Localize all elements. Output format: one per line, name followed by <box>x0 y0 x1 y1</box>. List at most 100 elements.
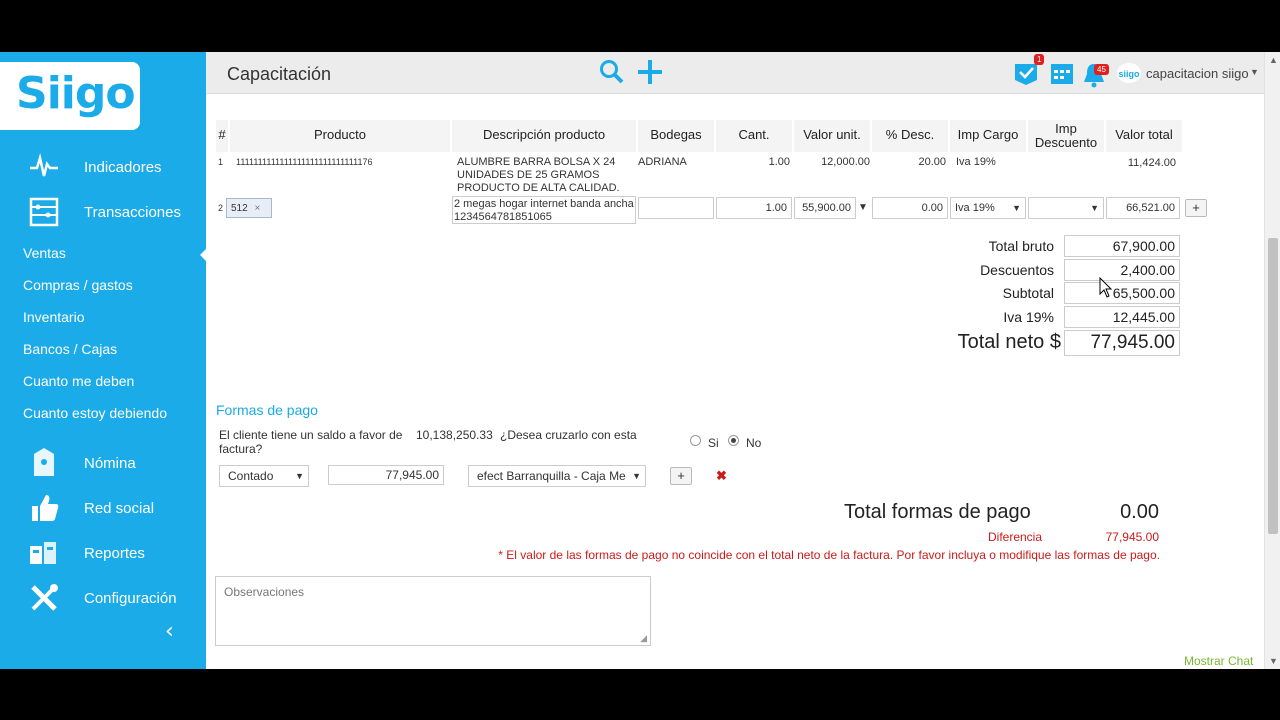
logo-text: Siigo <box>16 68 136 119</box>
row1-imp-cargo: Iva 19% <box>956 156 996 168</box>
total-payments-value: 0.00 <box>1120 501 1159 523</box>
row2-description: 2 megas hogar internet banda ancha 12345… <box>454 198 634 223</box>
top-header: Capacitación 1 45 siigo capacitacion sii… <box>206 52 1264 94</box>
descuentos-label: Descuentos <box>980 262 1054 278</box>
sidebar-subitem-inventario[interactable]: Inventario <box>23 309 84 325</box>
row1-qty: 1.00 <box>768 156 790 168</box>
tasks-badge: 1 <box>1034 54 1045 65</box>
row1-product: 1111111111111111111111111111176 <box>236 157 373 167</box>
sidebar-item-nomina[interactable]: Nómina <box>0 446 206 482</box>
payments-title: Formas de pago <box>216 402 318 418</box>
total-payments-label: Total formas de pago <box>844 501 1031 523</box>
col-header-num: # <box>216 120 228 152</box>
payment-method-select[interactable]: Contado ▼ <box>219 465 309 487</box>
row2-discount: 0.00 <box>921 202 943 214</box>
radio-no-label: No <box>746 436 762 450</box>
radio-no[interactable] <box>728 435 739 446</box>
row2-imp-descuento-select[interactable]: ▼ <box>1028 197 1104 219</box>
document-icon <box>34 448 54 476</box>
sidebar-item-indicadores[interactable]: Indicadores <box>0 150 206 186</box>
active-indicator <box>200 248 207 262</box>
reports-icon <box>30 542 56 564</box>
balance-amount: 10,138,250.33 <box>416 428 493 442</box>
col-header-valor-total: Valor total <box>1106 120 1182 152</box>
iva-label: Iva 19% <box>1003 309 1054 325</box>
sidebar-item-label: Configuración <box>84 590 177 607</box>
balance-question: ¿Desea cruzarlo con esta <box>500 428 637 442</box>
notifications-badge: 45 <box>1094 64 1109 75</box>
remove-tag-icon[interactable]: × <box>254 203 260 214</box>
sidebar-item-red-social[interactable]: Red social <box>0 491 206 527</box>
row1-discount: 20.00 <box>918 156 946 168</box>
sidebar-subitem-compras[interactable]: Compras / gastos <box>23 277 133 293</box>
col-header-imp-cargo: Imp Cargo <box>950 120 1026 152</box>
user-avatar[interactable]: siigo <box>1117 63 1141 83</box>
row2-imp-cargo-select[interactable]: Iva 19% ▼ <box>950 197 1026 219</box>
row2-warehouse-input[interactable] <box>638 197 714 219</box>
product-tag-label: 512 <box>231 203 248 214</box>
sidebar-subitem-ventas[interactable]: Ventas <box>23 245 66 261</box>
sidebar-item-transacciones[interactable]: Transacciones <box>0 195 206 231</box>
sidebar-item-configuracion[interactable]: Configuración <box>0 581 206 617</box>
subtotal-value: 65,500.00 <box>1064 282 1180 304</box>
sidebar-item-label: Nómina <box>84 455 136 472</box>
balance-text: El cliente tiene un saldo a favor de <box>219 428 403 442</box>
add-icon[interactable] <box>636 58 664 86</box>
sidebar-subitem-bancos[interactable]: Bancos / Cajas <box>23 341 117 357</box>
row2-total-input[interactable]: 66,521.00 <box>1106 197 1180 219</box>
col-header-imp-descuento: Imp Descuento <box>1028 120 1104 152</box>
observations-textarea[interactable]: Observaciones ◢ <box>215 576 651 646</box>
avatar-logo-text: siigo <box>1118 69 1140 79</box>
balance-question-end: factura? <box>219 442 263 456</box>
col-header-valor-unit: Valor unit. <box>794 120 870 152</box>
page-scrollbar[interactable]: ▲ ▼ <box>1264 52 1280 669</box>
row1-warehouse: ADRIANA <box>638 156 687 168</box>
row2-discount-input[interactable]: 0.00 <box>872 197 948 219</box>
app-viewport: Siigo Indicadores Transacciones Ventas C… <box>0 52 1280 669</box>
sidebar-item-reportes[interactable]: Reportes <box>0 536 206 572</box>
radio-si[interactable] <box>690 435 701 446</box>
col-header-producto: Producto <box>230 120 450 152</box>
radio-si-label: Si <box>708 436 719 450</box>
subtotal-label: Subtotal <box>1002 285 1054 301</box>
col-header-bodegas: Bodegas <box>638 120 714 152</box>
user-menu-caret-icon[interactable]: ▼ <box>1250 67 1259 77</box>
row2-num: 2 <box>218 203 224 213</box>
calendar-icon[interactable] <box>1049 60 1075 86</box>
total-neto-value: 77,945.00 <box>1064 330 1180 356</box>
mouse-cursor-icon <box>1099 277 1113 298</box>
add-row-button[interactable]: + <box>1185 199 1207 217</box>
resize-handle-icon[interactable]: ◢ <box>640 633 647 644</box>
collapse-sidebar-icon[interactable]: ‹ <box>165 619 174 644</box>
row1-description: ALUMBRE BARRA BOLSA X 24 UNIDADES DE 25 … <box>457 156 620 194</box>
row2-qty: 1.00 <box>765 202 787 214</box>
sidebar-subitem-cuanto-debo[interactable]: Cuanto estoy debiendo <box>23 405 167 421</box>
remove-payment-icon[interactable]: ✖ <box>716 468 727 484</box>
row2-unit-value-input[interactable]: 55,900.00 <box>794 197 856 219</box>
thumbs-up-icon <box>32 495 59 521</box>
user-name[interactable]: capacitacion siigo <box>1146 66 1249 81</box>
payment-amount-input[interactable]: 77,945.00 <box>328 465 444 485</box>
chevron-down-icon: ▼ <box>295 471 304 481</box>
unit-value-dropdown-icon[interactable]: ▼ <box>858 202 868 213</box>
sidebar-subitem-cuanto-me-deben[interactable]: Cuanto me deben <box>23 373 134 389</box>
row2-description-input[interactable]: 2 megas hogar internet banda ancha 12345… <box>452 196 636 224</box>
show-chat-link[interactable]: Mostrar Chat <box>1184 654 1253 668</box>
logo[interactable]: Siigo <box>0 62 140 130</box>
total-bruto-value: 67,900.00 <box>1064 235 1180 257</box>
row2-imp-cargo: Iva 19% <box>955 202 995 214</box>
scroll-up-icon[interactable]: ▲ <box>1269 55 1278 65</box>
row2-product-tag[interactable]: 512 × <box>226 198 272 218</box>
abacus-icon <box>29 197 59 227</box>
diferencia-value: 77,945.00 <box>1105 530 1159 544</box>
sidebar-item-label: Transacciones <box>84 204 181 221</box>
add-payment-button[interactable]: + <box>670 467 692 485</box>
search-icon[interactable] <box>599 58 625 86</box>
iva-value: 12,445.00 <box>1064 306 1180 328</box>
row2-qty-input[interactable]: 1.00 <box>716 197 792 219</box>
chevron-down-icon: ▼ <box>632 471 641 481</box>
diferencia-label: Diferencia <box>988 530 1043 544</box>
scroll-thumb[interactable] <box>1268 238 1278 534</box>
scroll-down-icon[interactable]: ▼ <box>1269 656 1278 666</box>
payment-account-select[interactable]: efect Barranquilla - Caja Me ▼ <box>468 465 646 487</box>
